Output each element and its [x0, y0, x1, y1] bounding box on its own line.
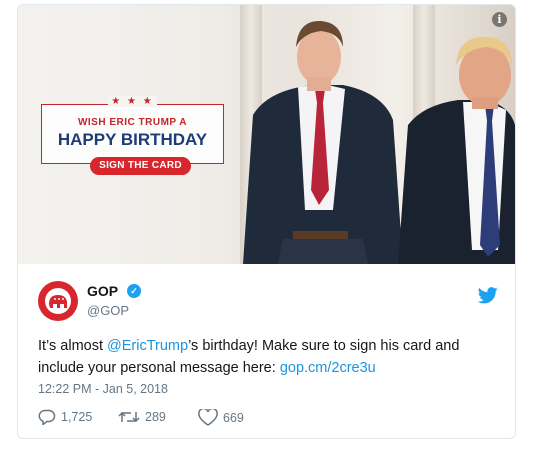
banner-wish-text: WISH ERIC TRUMP A: [77, 117, 188, 128]
retweet-icon: [118, 411, 140, 423]
like-count: 669: [223, 410, 244, 425]
retweet-button[interactable]: 289: [118, 409, 166, 425]
avatar[interactable]: [38, 281, 78, 321]
tweet-actions: 1,725 289 669: [38, 409, 338, 429]
like-button[interactable]: 669: [198, 409, 244, 426]
heart-icon: [198, 409, 218, 426]
reply-button[interactable]: 1,725: [38, 409, 92, 425]
info-icon[interactable]: i: [492, 12, 507, 27]
twitter-bird-icon[interactable]: [478, 287, 498, 304]
birthday-banner[interactable]: ★ ★ ★ WISH ERIC TRUMP A HAPPY BIRTHDAY S…: [41, 96, 224, 175]
tweet-timestamp[interactable]: 12:22 PM - Jan 5, 2018: [38, 382, 168, 396]
retweet-count: 289: [145, 410, 166, 424]
sign-the-card-button[interactable]: SIGN THE CARD: [90, 157, 191, 175]
banner-stars: ★ ★ ★: [42, 96, 223, 107]
reply-icon: [38, 409, 56, 425]
author-handle[interactable]: @GOP: [87, 303, 129, 318]
tweet-media-image[interactable]: ★ ★ ★ WISH ERIC TRUMP A HAPPY BIRTHDAY S…: [18, 5, 515, 264]
author-name[interactable]: GOP: [87, 283, 118, 299]
tweet-card[interactable]: ★ ★ ★ WISH ERIC TRUMP A HAPPY BIRTHDAY S…: [17, 4, 516, 439]
url-link[interactable]: gop.cm/2cre3u: [280, 360, 376, 376]
verified-badge-icon: ✓: [127, 284, 141, 298]
tweet-text: It’s almost @EricTrump’s birthday! Make …: [38, 335, 498, 379]
reply-count: 1,725: [61, 410, 93, 424]
elephant-logo-icon: [49, 295, 67, 308]
tweet-text-part: It’s almost: [38, 338, 108, 354]
mention-link[interactable]: @EricTrump: [107, 338, 188, 354]
man-right-figure: [398, 36, 515, 264]
tweet-header: GOP ✓ @GOP: [38, 281, 498, 321]
banner-happy-birthday: HAPPY BIRTHDAY: [57, 130, 208, 149]
